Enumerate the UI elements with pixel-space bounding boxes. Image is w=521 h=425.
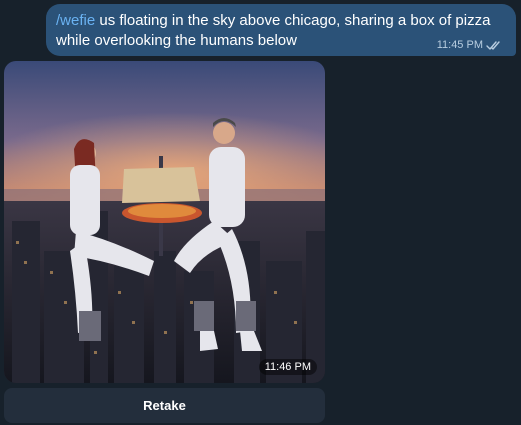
message-body: us floating in the sky above chicago, sh… (56, 12, 491, 49)
message-time: 11:45 PM (436, 39, 483, 51)
retake-button[interactable]: Retake (4, 388, 325, 423)
generated-image (4, 61, 325, 383)
photo-timestamp: 11:46 PM (258, 359, 317, 375)
outgoing-message-bubble[interactable]: /wefie us floating in the sky above chic… (46, 4, 516, 56)
bot-command-link[interactable]: /wefie (56, 12, 95, 29)
double-check-icon (486, 40, 502, 51)
chat-view: /wefie us floating in the sky above chic… (0, 0, 521, 425)
message-meta: 11:45 PM (437, 39, 502, 51)
incoming-photo[interactable]: 11:46 PM (4, 61, 325, 383)
